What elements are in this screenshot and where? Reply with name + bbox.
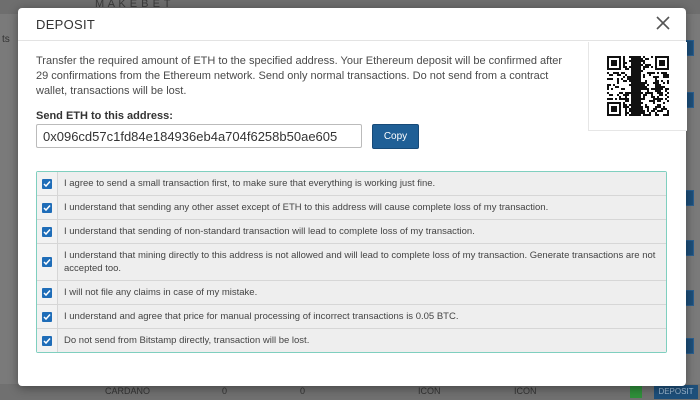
background-cell: ICON (418, 386, 441, 396)
agreement-row: I understand that sending of non-standar… (37, 219, 666, 243)
agreement-checkbox[interactable] (42, 287, 52, 298)
agreement-checkbox[interactable] (42, 335, 52, 346)
background-cell: CARDANO (105, 386, 151, 396)
check-icon (43, 289, 51, 296)
agreement-row: I understand and agree that price for ma… (37, 304, 666, 328)
agreement-checkbox-cell (37, 220, 58, 243)
background-cell: 0 (300, 386, 306, 396)
agreement-checkbox-cell (37, 305, 58, 328)
check-icon (43, 204, 51, 211)
background-cell: ICON (514, 386, 537, 396)
background-cell: 0 (222, 386, 228, 396)
close-icon (656, 16, 670, 30)
qr-code (588, 42, 687, 131)
agreement-row: Do not send from Bitstamp directly, tran… (37, 328, 666, 352)
agreement-text: I understand that sending of non-standar… (58, 220, 666, 243)
copy-button[interactable]: Copy (372, 124, 419, 149)
check-icon (43, 228, 51, 235)
background-deposit-button: DEPOSIT (654, 385, 698, 399)
agreement-row: I agree to send a small transaction firs… (37, 172, 666, 195)
agreement-checkbox-cell (37, 172, 58, 195)
check-icon (43, 259, 51, 266)
background-status-icon (630, 386, 642, 398)
agreement-checkbox-cell (37, 196, 58, 219)
agreement-checkbox[interactable] (42, 178, 52, 189)
agreement-checkbox[interactable] (42, 226, 52, 237)
modal-title: DEPOSIT (36, 17, 96, 32)
background-left-text: ts (2, 34, 10, 45)
check-icon (43, 313, 51, 320)
agreement-checkbox[interactable] (42, 257, 52, 267)
deposit-modal: DEPOSIT Transfer the required amount of … (18, 8, 687, 386)
agreement-text: I understand that sending any other asse… (58, 196, 666, 219)
agreement-checkbox-cell (37, 244, 58, 280)
agreement-text: I agree to send a small transaction firs… (58, 172, 666, 195)
agreement-text: I will not file any claims in case of my… (58, 281, 666, 304)
agreement-text: Do not send from Bitstamp directly, tran… (58, 329, 666, 352)
agreement-list: I agree to send a small transaction firs… (36, 171, 667, 353)
deposit-instructions: Transfer the required amount of ETH to t… (36, 55, 563, 97)
check-icon (43, 180, 51, 187)
modal-header: DEPOSIT (18, 8, 686, 41)
background-table-row: CARDANO 0 0 ICON ICON (0, 384, 700, 400)
agreement-row: I will not file any claims in case of my… (37, 280, 666, 304)
agreement-row: I understand that sending any other asse… (37, 195, 666, 219)
agreement-checkbox[interactable] (42, 202, 52, 213)
agreement-checkbox[interactable] (42, 311, 52, 322)
qr-code-icon (607, 56, 669, 116)
close-button[interactable] (654, 14, 672, 32)
send-address-label: Send ETH to this address: (36, 110, 173, 122)
agreement-text: I understand that mining directly to thi… (58, 244, 666, 280)
check-icon (43, 337, 51, 344)
agreement-checkbox-cell (37, 329, 58, 352)
agreement-text: I understand and agree that price for ma… (58, 305, 666, 328)
address-field[interactable] (36, 124, 362, 148)
agreement-checkbox-cell (37, 281, 58, 304)
agreement-row: I understand that mining directly to thi… (37, 243, 666, 280)
